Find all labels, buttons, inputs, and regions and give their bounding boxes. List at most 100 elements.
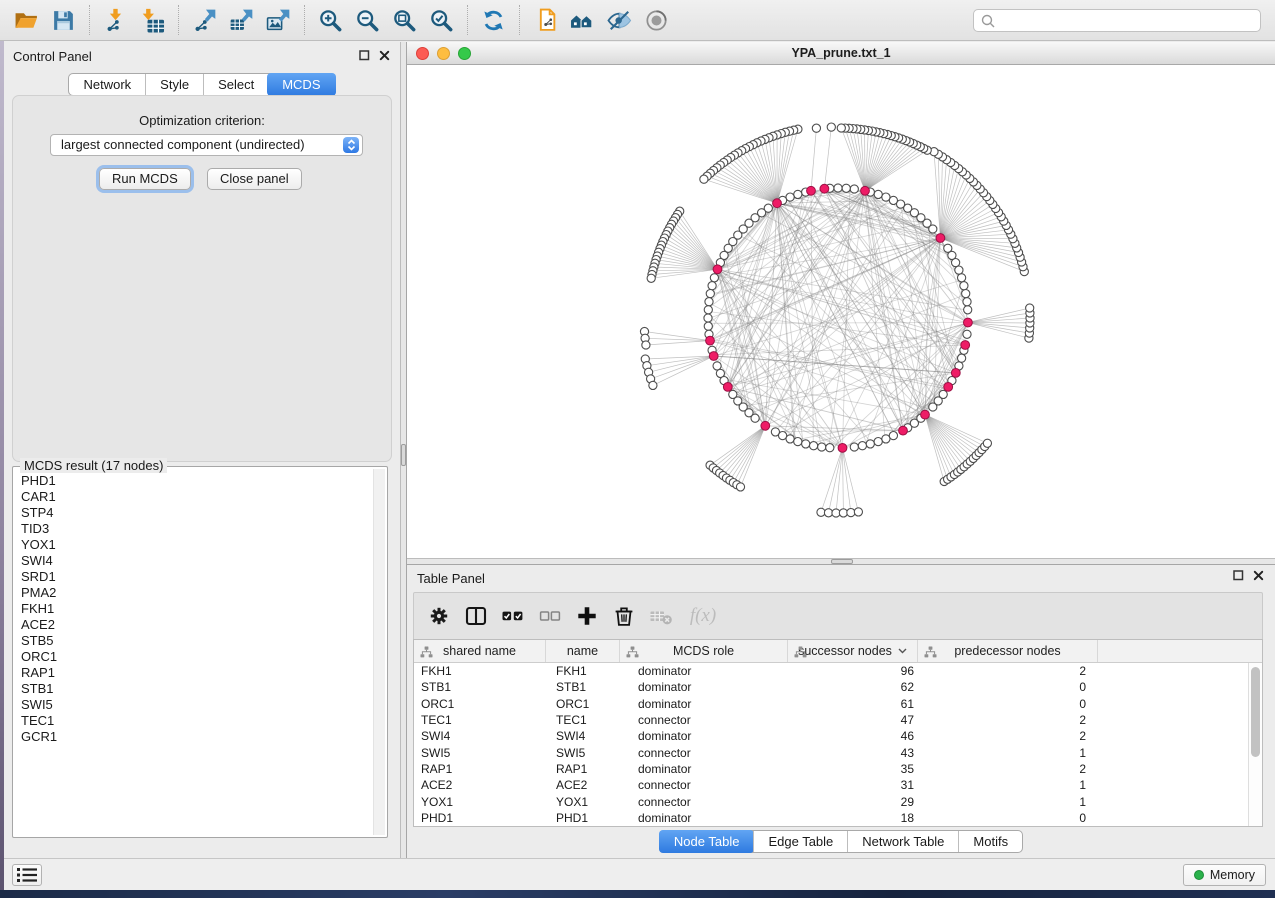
table-row[interactable]: FKH1FKH1dominator962 — [414, 663, 1262, 679]
table-row[interactable]: YOX1YOX1connector291 — [414, 793, 1262, 809]
optimization-criterion-select[interactable]: largest connected component (undirected) — [50, 134, 363, 156]
graph-dominator-node[interactable] — [706, 336, 715, 345]
graph-node[interactable] — [704, 322, 712, 330]
graph-node[interactable] — [850, 185, 858, 193]
horizontal-splitter[interactable] — [407, 558, 1275, 565]
graph-dominator-node[interactable] — [936, 234, 945, 243]
network-graph[interactable] — [407, 65, 1275, 558]
graph-node[interactable] — [794, 438, 802, 446]
graph-node[interactable] — [817, 508, 825, 516]
graph-node[interactable] — [963, 330, 971, 338]
tab-select[interactable]: Select — [203, 74, 268, 95]
graph-node[interactable] — [964, 306, 972, 314]
tab-style[interactable]: Style — [145, 74, 203, 95]
graph-node[interactable] — [706, 290, 714, 298]
graph-node[interactable] — [649, 381, 657, 389]
graph-node[interactable] — [858, 442, 866, 450]
table-row[interactable]: ORC1ORC1dominator610 — [414, 696, 1262, 712]
graph-node[interactable] — [705, 298, 713, 306]
graph-node[interactable] — [842, 184, 850, 192]
graph-node[interactable] — [963, 298, 971, 306]
graph-dominator-node[interactable] — [861, 186, 870, 195]
export-image-button[interactable] — [260, 4, 297, 36]
mcds-result-item[interactable]: SWI4 — [15, 553, 371, 569]
mcds-result-item[interactable]: STP4 — [15, 505, 371, 521]
mcds-result-item[interactable]: TID3 — [15, 521, 371, 537]
graph-dominator-node[interactable] — [899, 426, 908, 435]
graph-dominator-node[interactable] — [709, 352, 718, 361]
graph-node[interactable] — [837, 124, 845, 132]
float-panel-icon[interactable] — [359, 50, 370, 61]
graph-node[interactable] — [786, 435, 794, 443]
graph-dominator-node[interactable] — [961, 341, 970, 350]
graph-node[interactable] — [854, 508, 862, 516]
table-row[interactable]: SWI4SWI4dominator462 — [414, 728, 1262, 744]
table-scrollbar[interactable] — [1248, 663, 1262, 826]
graph-node[interactable] — [642, 341, 650, 349]
mcds-result-item[interactable]: STB1 — [15, 681, 371, 697]
close-panel-icon[interactable] — [379, 50, 390, 61]
mcds-result-item[interactable]: FKH1 — [15, 601, 371, 617]
graph-node[interactable] — [850, 443, 858, 451]
column-header-predecessor-nodes[interactable]: predecessor nodes — [918, 640, 1098, 662]
graph-node[interactable] — [710, 274, 718, 282]
graph-dominator-node[interactable] — [723, 383, 732, 392]
table-row[interactable]: RAP1RAP1dominator352 — [414, 761, 1262, 777]
graph-dominator-node[interactable] — [713, 265, 722, 274]
home-view-button[interactable] — [564, 4, 601, 36]
tab-network-table[interactable]: Network Table — [847, 831, 958, 852]
mcds-result-item[interactable]: SRD1 — [15, 569, 371, 585]
gear-button[interactable] — [427, 604, 451, 628]
table-row[interactable]: TEC1TEC1connector472 — [414, 712, 1262, 728]
export-table-button[interactable] — [223, 4, 260, 36]
graph-node[interactable] — [960, 282, 968, 290]
mcds-result-list[interactable]: PHD1CAR1STP4TID3YOX1SWI4SRD1PMA2FKH1ACE2… — [15, 473, 371, 835]
export-network-button[interactable] — [186, 4, 223, 36]
graph-dominator-node[interactable] — [964, 318, 973, 327]
column-header-successor-nodes[interactable]: successor nodes — [788, 640, 918, 662]
graph-dominator-node[interactable] — [921, 410, 930, 419]
graph-dominator-node[interactable] — [951, 369, 960, 378]
tab-edge-table[interactable]: Edge Table — [753, 831, 847, 852]
graph-dominator-node[interactable] — [820, 184, 829, 193]
task-history-button[interactable] — [12, 864, 42, 886]
mcds-result-item[interactable]: SWI5 — [15, 697, 371, 713]
column-header-shared-name[interactable]: shared name — [414, 640, 546, 662]
mcds-result-item[interactable]: ACE2 — [15, 617, 371, 633]
graph-node[interactable] — [810, 442, 818, 450]
mcds-result-item[interactable]: RAP1 — [15, 665, 371, 681]
search-field[interactable] — [973, 9, 1261, 32]
graph-dominator-node[interactable] — [838, 444, 847, 453]
graph-node[interactable] — [889, 432, 897, 440]
float-table-panel-icon[interactable] — [1233, 570, 1244, 581]
column-header-MCDS-role[interactable]: MCDS role — [620, 640, 788, 662]
mcds-result-item[interactable]: TEC1 — [15, 713, 371, 729]
memory-button[interactable]: Memory — [1183, 864, 1266, 886]
apply-layout-button[interactable] — [475, 4, 512, 36]
table-row[interactable]: ACE2ACE2connector311 — [414, 777, 1262, 793]
graph-node[interactable] — [834, 184, 842, 192]
graph-node[interactable] — [704, 306, 712, 314]
graph-node[interactable] — [827, 123, 835, 131]
save-session-button[interactable] — [45, 4, 82, 36]
graph-dominator-node[interactable] — [944, 383, 953, 392]
graph-node[interactable] — [874, 438, 882, 446]
graph-node[interactable] — [812, 124, 820, 132]
mcds-result-item[interactable]: STB5 — [15, 633, 371, 649]
graph-node[interactable] — [944, 244, 952, 252]
graph-node[interactable] — [751, 414, 759, 422]
columns-button[interactable] — [464, 604, 488, 628]
horizontal-splitter-handle[interactable] — [831, 559, 853, 564]
mcds-result-item[interactable]: PHD1 — [15, 473, 371, 489]
mcds-result-item[interactable]: GCR1 — [15, 729, 371, 745]
visual-style-eye-button[interactable] — [601, 4, 638, 36]
mcds-result-item[interactable]: YOX1 — [15, 537, 371, 553]
delete-button[interactable] — [612, 604, 636, 628]
tab-mcds[interactable]: MCDS — [267, 73, 335, 96]
mcds-result-item[interactable]: ORC1 — [15, 649, 371, 665]
graph-node[interactable] — [700, 175, 708, 183]
table-row[interactable]: PHD1PHD1dominator180 — [414, 810, 1262, 826]
table-row[interactable]: STB1STB1dominator620 — [414, 679, 1262, 695]
grayed-eye-button[interactable] — [638, 4, 675, 36]
graph-node[interactable] — [866, 440, 874, 448]
